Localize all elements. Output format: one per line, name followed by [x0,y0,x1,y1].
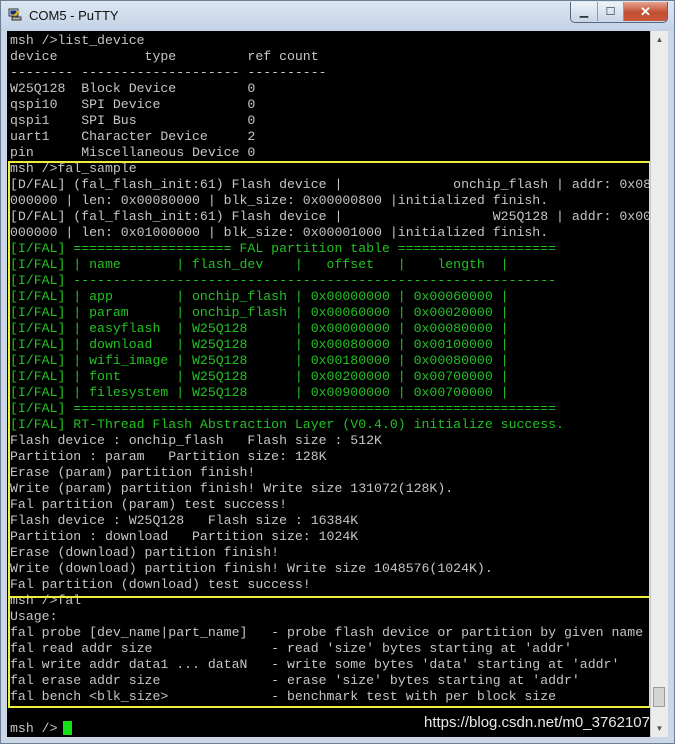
terminal-line: W25Q128 Block Device 0 [10,81,256,96]
close-button[interactable]: ✕ [623,2,667,21]
terminal-line: qspi10 SPI Device 0 [10,97,256,112]
text-cursor [63,721,72,735]
title-bar[interactable]: COM5 - PuTTY ▁ ☐ ✕ [1,1,674,31]
terminal-line: -------- -------------------- ---------- [10,65,327,80]
maximize-button[interactable]: ☐ [597,2,623,21]
scroll-down-arrow-icon[interactable]: ▼ [651,720,668,736]
fal-usage-highlight-box [8,596,650,708]
scroll-thumb[interactable] [653,687,665,707]
vertical-scrollbar[interactable]: ▲ ▼ [650,31,668,737]
terminal-line: uart1 Character Device 2 [10,129,256,144]
putty-app-icon[interactable] [8,8,22,21]
terminal-line: qspi1 SPI Bus 0 [10,113,256,128]
putty-window: COM5 - PuTTY ▁ ☐ ✕ msh />list_device devi… [0,0,675,744]
terminal-output[interactable]: msh />list_device device type ref count --… [7,31,650,737]
scroll-up-arrow-icon[interactable]: ▲ [651,31,668,47]
watermark: https://blog.csdn.net/m0_3762107 [424,714,650,731]
terminal-line: device type ref count [10,49,319,64]
minimize-button[interactable]: ▁ [571,2,597,21]
terminal-line: pin Miscellaneous Device 0 [10,145,256,160]
window-title: COM5 - PuTTY [29,8,119,23]
terminal-line: msh />list_device [10,33,145,48]
window-controls: ▁ ☐ ✕ [570,2,668,23]
fal-sample-highlight-box [8,161,650,598]
